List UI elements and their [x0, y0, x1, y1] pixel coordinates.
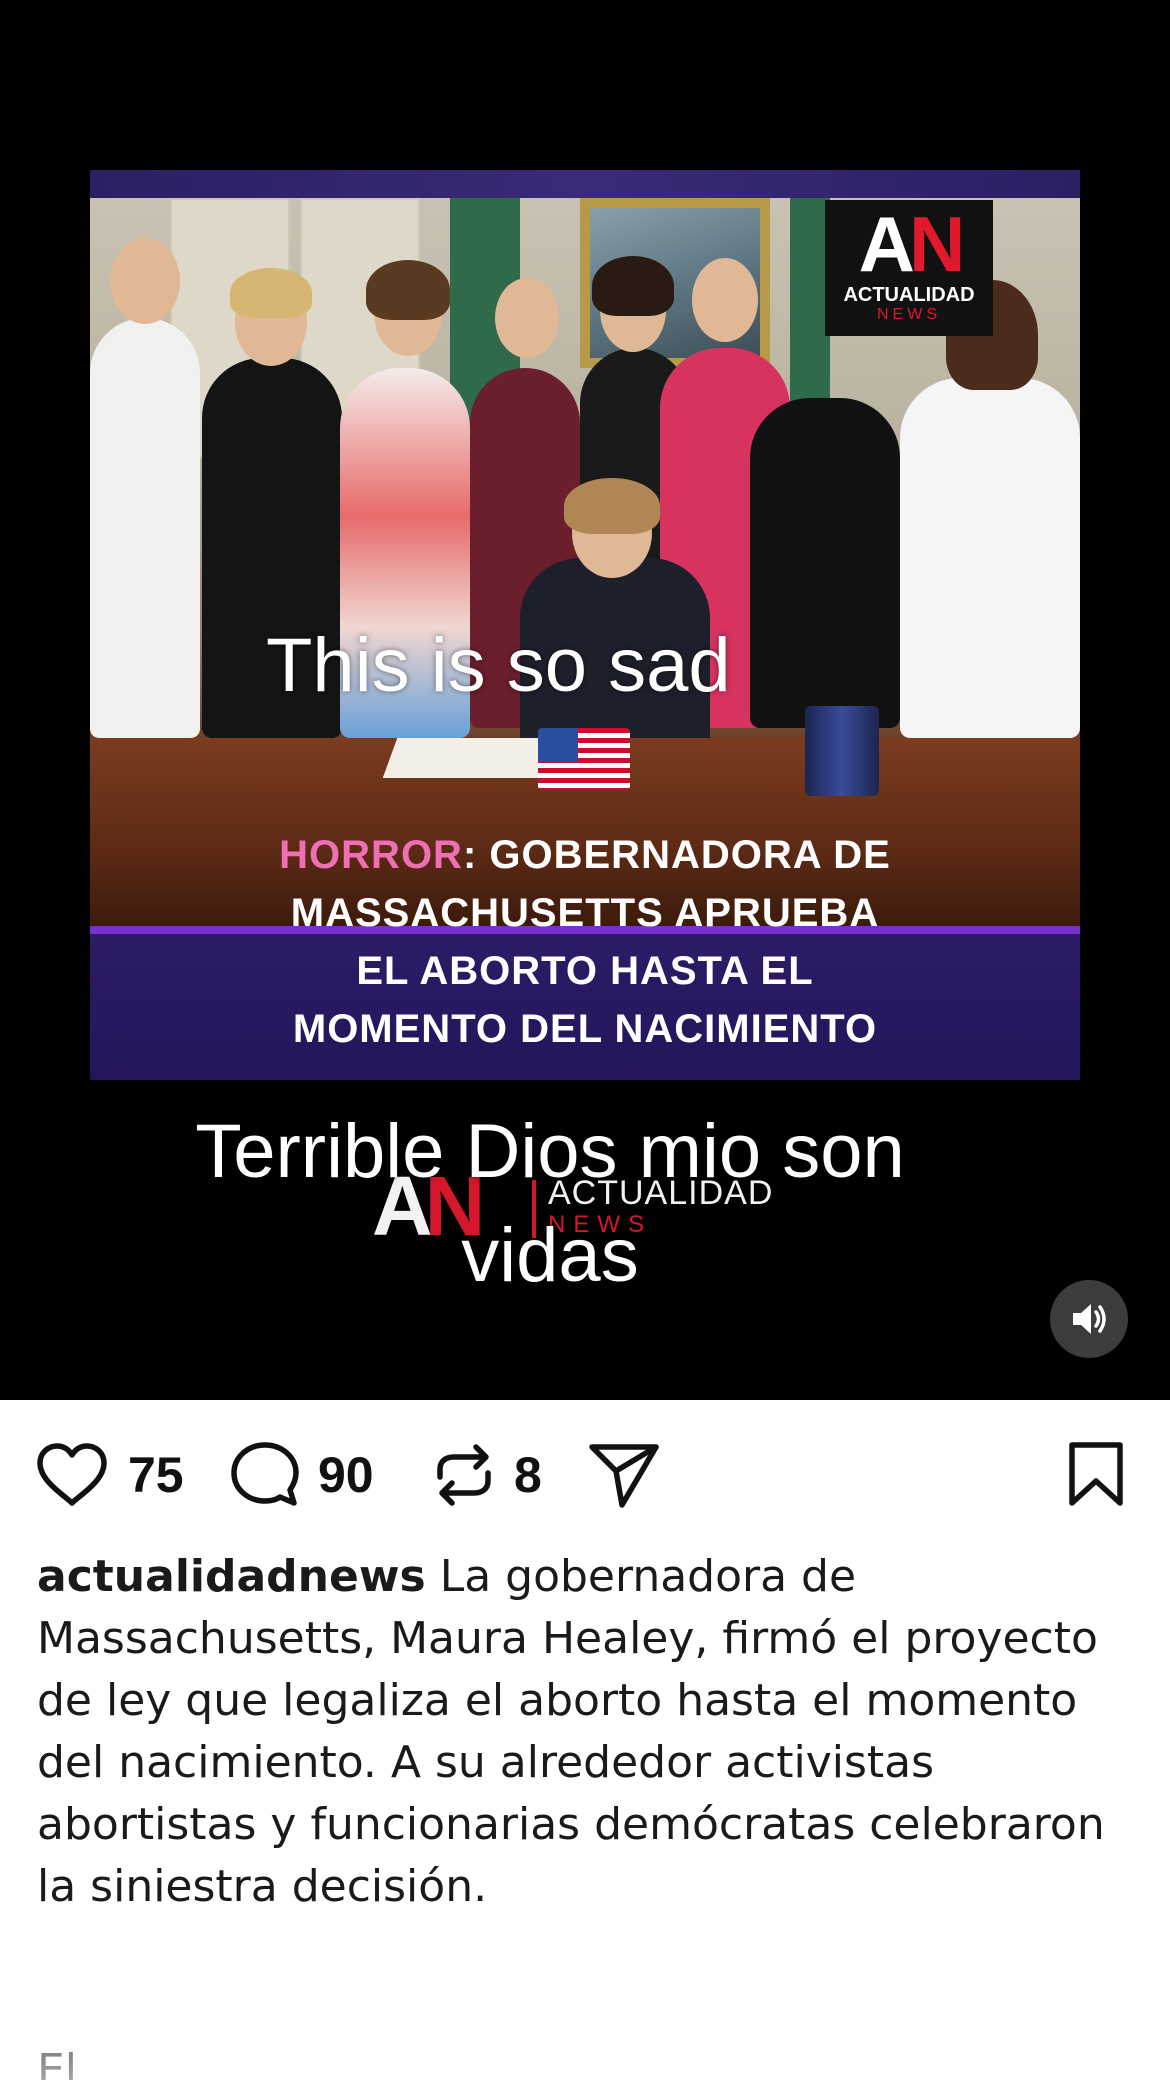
document [382, 738, 558, 778]
speech-bubble-icon [231, 1442, 299, 1506]
post-actions-bar: 75 90 8 [0, 1400, 1170, 1550]
actualidad-news-logo: AN ACTUALIDAD NEWS [825, 200, 993, 336]
caption-username[interactable]: actualidadnews [37, 1551, 426, 1602]
repost-icon [437, 1444, 491, 1506]
pen-holder [805, 706, 879, 796]
video-player[interactable]: AN ACTUALIDAD NEWS HORROR: GOBERNADORA D… [0, 0, 1170, 1400]
post-caption: actualidadnews La gobernadora de Massach… [37, 1546, 1147, 1918]
person-figure [750, 398, 900, 728]
headline-line-3: EL ABORTO HASTA EL [356, 949, 814, 993]
logo-letter-n: N [909, 200, 965, 288]
overlay-caption-2-line-1: Terrible Dios mio son [195, 1109, 905, 1194]
us-flag-emoji [538, 728, 630, 790]
bookmark-icon [1069, 1442, 1123, 1506]
headline-line-2: MASSACHUSETTS APRUEBA [290, 891, 880, 935]
caption-text: La gobernadora de Massachusetts, Maura H… [37, 1551, 1105, 1912]
person-figure [90, 318, 200, 738]
mute-toggle-button[interactable] [1050, 1280, 1128, 1358]
headline-line-4: MOMENTO DEL NACIMIENTO [292, 1007, 878, 1051]
headline-line-1: : GOBERNADORA DE [462, 833, 891, 877]
overlay-caption-1: This is so sad [266, 623, 731, 708]
speaker-volume-icon [1073, 1304, 1106, 1334]
overlay-caption-2: Terrible Dios mio son vidas [0, 1100, 1100, 1308]
video-headline: HORROR: GOBERNADORA DE MASSACHUSETTS APR… [90, 826, 1080, 1058]
comment-count: 90 [318, 1447, 374, 1503]
person-hair [230, 268, 312, 318]
repost-button[interactable]: 8 [432, 1438, 542, 1512]
like-button[interactable]: 75 [34, 1438, 184, 1512]
save-button[interactable] [1064, 1438, 1128, 1512]
person-hair [564, 478, 660, 534]
person-head [692, 258, 758, 342]
headline-highlight: HORROR [279, 833, 463, 877]
person-hair [366, 260, 450, 320]
caption-fade [0, 1960, 1170, 2080]
person-head [495, 278, 559, 358]
logo-line-2: NEWS [877, 306, 941, 323]
logo-line-1: ACTUALIDAD [843, 284, 975, 306]
person-figure [900, 378, 1080, 738]
instagram-post: AN ACTUALIDAD NEWS HORROR: GOBERNADORA D… [0, 0, 1170, 2080]
paper-plane-icon [589, 1444, 659, 1508]
repost-count: 8 [514, 1447, 542, 1503]
comment-button[interactable]: 90 [230, 1438, 374, 1512]
person-head [110, 238, 180, 324]
logo-letter-a: A [858, 200, 915, 288]
frame-top-bar [90, 170, 1080, 198]
overlay-caption-2-line-2: vidas [461, 1213, 639, 1298]
share-button[interactable] [588, 1438, 660, 1512]
person-hair [592, 256, 674, 316]
heart-icon [37, 1443, 107, 1506]
like-count: 75 [128, 1447, 184, 1503]
